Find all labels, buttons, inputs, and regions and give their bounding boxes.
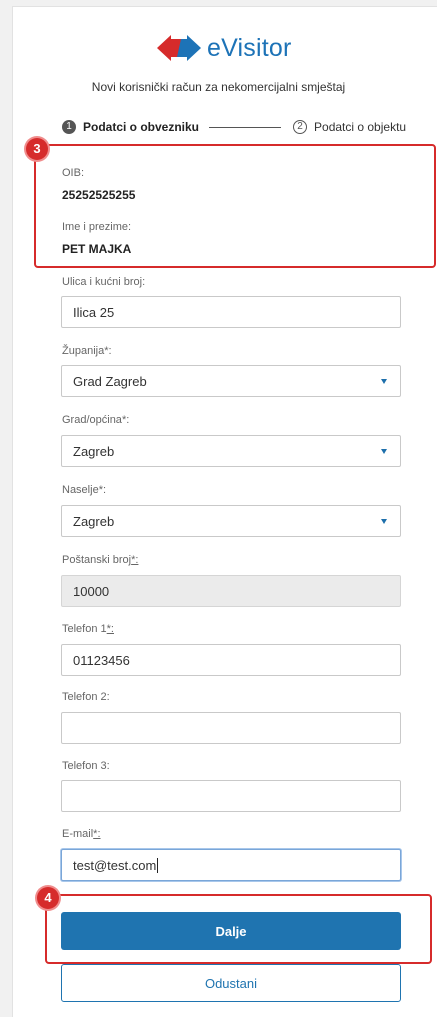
- phone3-label: Telefon 3:: [62, 760, 110, 772]
- chevron-down-icon: [381, 379, 387, 384]
- oib-label: OIB:: [62, 167, 85, 179]
- county-required-mark: *:: [104, 345, 112, 357]
- step-1-label: Podatci o obvezniku: [83, 120, 200, 134]
- step-2-label: Podatci o objektu: [314, 120, 407, 134]
- step-2-number: 2: [293, 120, 308, 134]
- email-label: E-mail*:: [62, 828, 101, 840]
- app-name: eVisitor: [207, 33, 292, 62]
- annotation-badge-3: 3: [26, 138, 48, 160]
- city-select-value: Zagreb: [73, 443, 115, 459]
- chevron-down-icon: [381, 449, 387, 454]
- phone1-input-value: 01123456: [73, 652, 130, 668]
- county-label: Županija*:: [62, 345, 112, 357]
- postal-input-value: 10000: [73, 583, 110, 599]
- step-connector: [209, 126, 282, 128]
- name-label: Ime i prezime:: [62, 221, 132, 233]
- city-select[interactable]: Zagreb: [61, 435, 401, 467]
- settlement-label-text: Naselje: [62, 484, 99, 496]
- oib-value: 25252525255: [62, 188, 136, 202]
- street-label: Ulica i kućni broj:: [62, 276, 146, 288]
- step-1-number: 1: [62, 120, 76, 134]
- settlement-select[interactable]: Zagreb: [61, 505, 401, 537]
- postal-label-text: Poštanski broj: [62, 554, 132, 566]
- county-select[interactable]: Grad Zagreb: [61, 365, 401, 397]
- next-button[interactable]: Dalje: [61, 912, 401, 950]
- phone2-input[interactable]: [61, 712, 401, 744]
- phone1-label-text: Telefon 1: [62, 623, 107, 635]
- phone1-label: Telefon 1*:: [62, 623, 114, 635]
- county-label-text: Županija: [62, 345, 105, 357]
- county-select-value: Grad Zagreb: [73, 373, 147, 389]
- evisitor-logo-icon: [157, 35, 201, 61]
- phone1-input[interactable]: 01123456: [61, 644, 401, 676]
- city-label-text: Grad/općina: [62, 414, 122, 426]
- settlement-select-value: Zagreb: [73, 513, 115, 529]
- city-required-mark: *:: [121, 414, 130, 426]
- settlement-required-mark: *:: [98, 484, 107, 496]
- email-input-value: test@test.com: [73, 857, 157, 873]
- progress-stepper: 1 Podatci o obvezniku 2 Podatci o objekt…: [62, 118, 412, 136]
- phone1-required-mark: *:: [106, 623, 114, 635]
- text-cursor: [157, 857, 159, 873]
- phone2-label: Telefon 2:: [62, 691, 110, 703]
- postal-input: 10000: [61, 575, 401, 607]
- email-required-mark: *:: [93, 828, 101, 840]
- phone3-input[interactable]: [61, 780, 401, 812]
- evisitor-logo: eVisitor: [157, 30, 377, 66]
- annotation-badge-4: 4: [37, 887, 59, 909]
- cancel-button[interactable]: Odustani: [61, 964, 401, 1002]
- street-input[interactable]: Ilica 25: [61, 296, 401, 328]
- page-subtitle: Novi korisnički račun za nekomercijalni …: [91, 80, 346, 94]
- postal-required-mark: *:: [131, 554, 139, 566]
- postal-label: Poštanski broj*:: [62, 554, 138, 566]
- name-value: PET MAJKA: [62, 242, 132, 256]
- chevron-down-icon: [381, 519, 387, 524]
- settlement-label: Naselje*:: [62, 484, 106, 496]
- email-label-text: E-mail: [62, 828, 94, 840]
- email-input[interactable]: test@test.com: [61, 849, 401, 881]
- city-label: Grad/općina*:: [62, 414, 129, 426]
- street-input-value: Ilica 25: [73, 304, 115, 320]
